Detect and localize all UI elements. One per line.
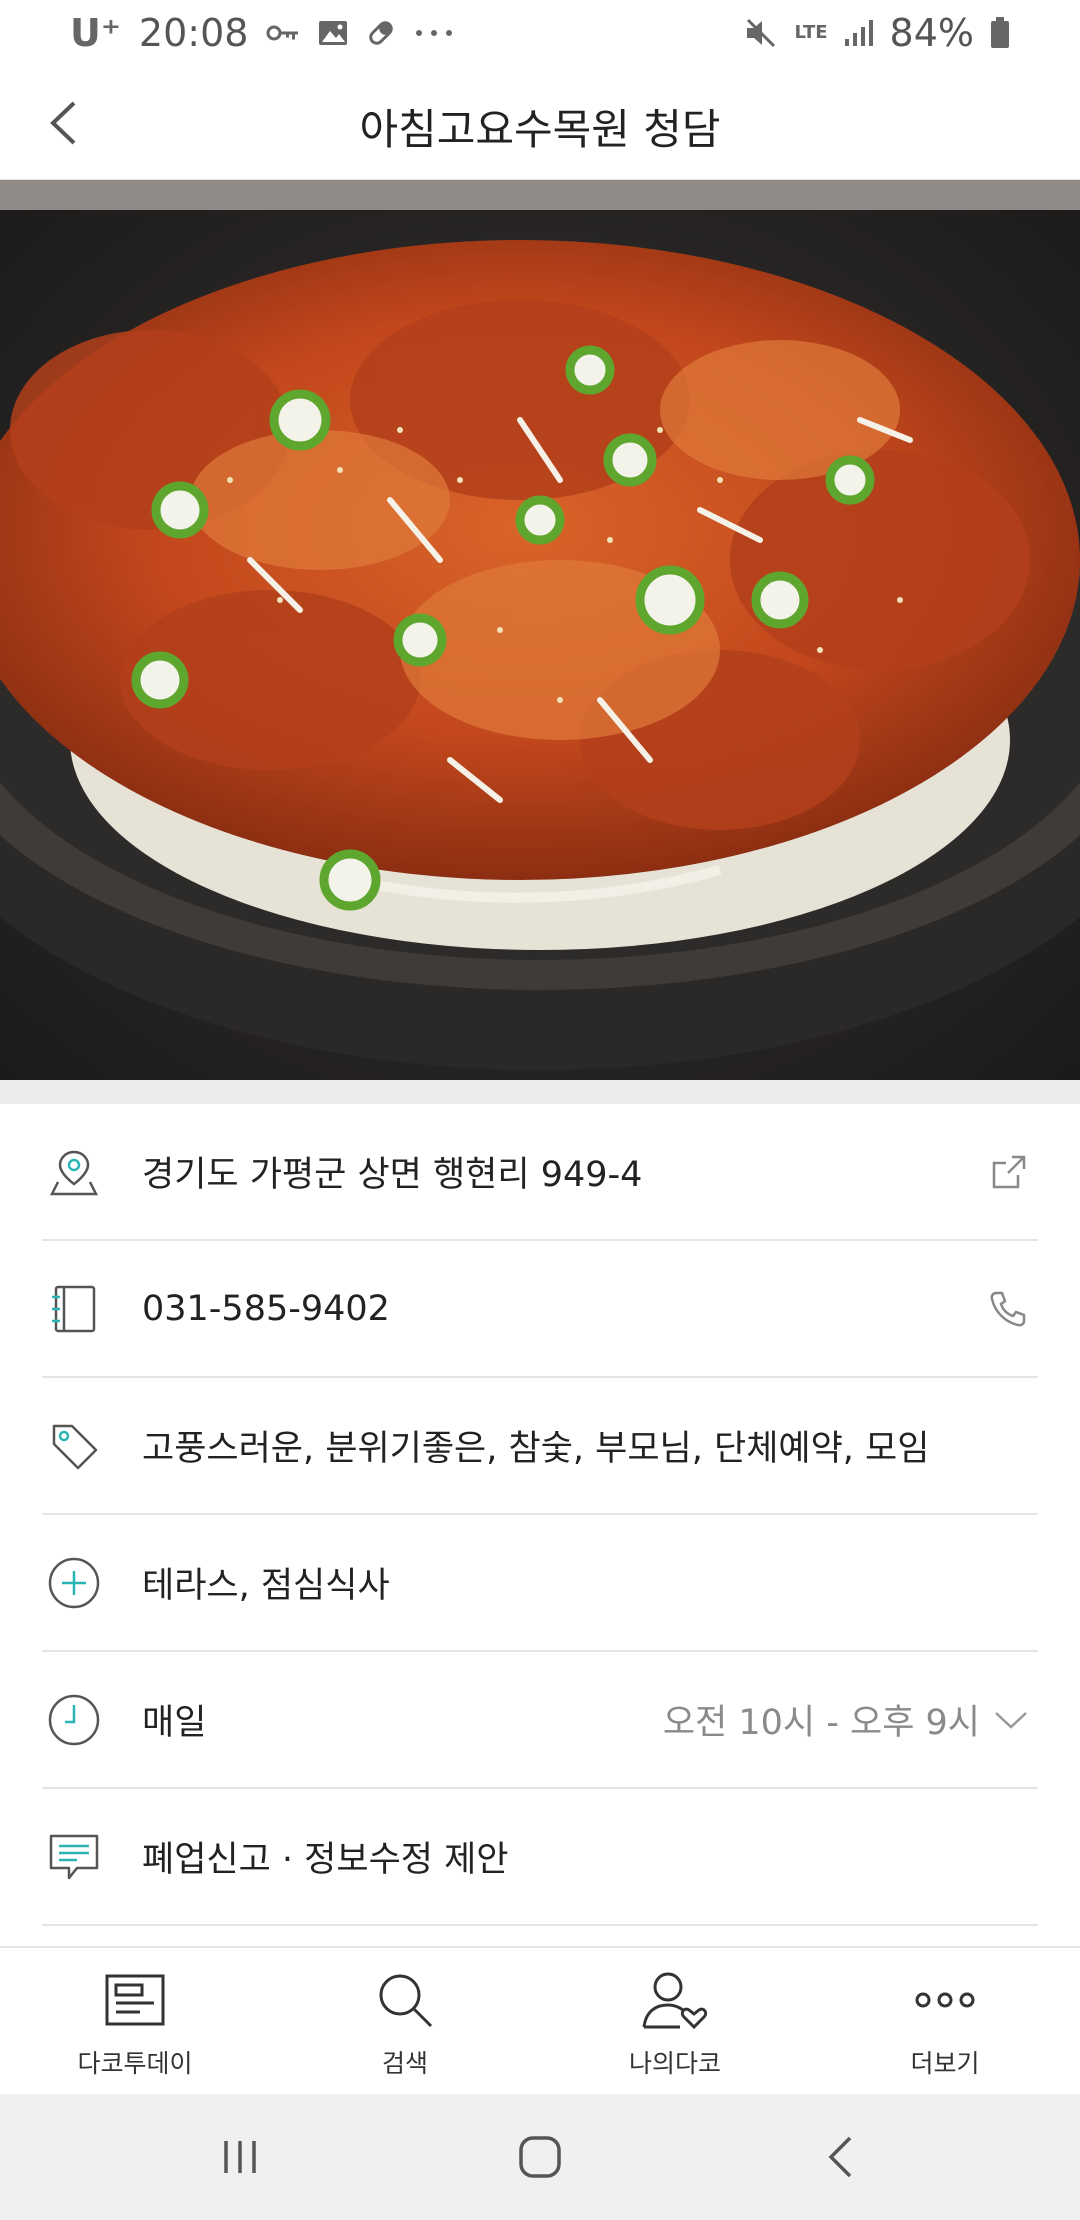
more-dots-icon <box>414 28 454 38</box>
back-arrow-icon <box>828 2136 852 2178</box>
external-link-icon <box>992 1155 1026 1188</box>
features-row: 테라스, 점심식사 <box>42 1515 1038 1652</box>
lte-label: LTE <box>794 22 828 43</box>
search-icon <box>370 1970 440 2030</box>
profile-heart-icon <box>640 1970 710 2030</box>
phone-row[interactable]: 031-585-9402 <box>42 1241 1038 1378</box>
pill-icon <box>366 18 396 48</box>
battery-percent: 84% <box>889 11 974 55</box>
nav-my-dako[interactable]: 나의다코 <box>540 1948 810 2094</box>
status-time: 20:08 <box>138 11 249 55</box>
features-text: 테라스, 점심식사 <box>142 1566 390 1606</box>
status-left: U⁺ 20:08 <box>70 11 454 55</box>
signal-icon <box>844 19 874 47</box>
hours-expand[interactable]: 오전 10시 - 오후 9시 <box>663 1694 1028 1745</box>
app-bar: 아침고요수목원 청담 <box>0 66 1080 180</box>
page-title: 아침고요수목원 청담 <box>359 105 721 154</box>
key-icon <box>266 23 300 43</box>
message-icon <box>46 1829 102 1885</box>
hours-row[interactable]: 매일 오전 10시 - 오후 9시 <box>42 1652 1038 1789</box>
tags-text: 고풍스러운, 분위기좋은, 참숯, 부모님, 단체예약, 모임 <box>142 1429 930 1469</box>
carrier-label: U⁺ <box>70 11 121 55</box>
nav-dako-today[interactable]: 다코투데이 <box>0 1948 270 2094</box>
phone-icon <box>990 1291 1026 1326</box>
recent-apps-button[interactable] <box>180 2117 300 2197</box>
image-icon <box>318 19 348 47</box>
hours-time: 오전 10시 - 오후 9시 <box>662 1703 980 1743</box>
phone-text: 031-585-9402 <box>142 1288 390 1329</box>
clock-icon <box>46 1692 102 1748</box>
news-icon <box>100 1970 170 2030</box>
system-back-button[interactable] <box>780 2117 900 2197</box>
nav-more[interactable]: 더보기 <box>810 1948 1080 2094</box>
home-icon <box>519 2136 561 2178</box>
status-right: LTE 84% <box>744 11 1010 55</box>
nav-label: 검색 <box>381 2049 428 2078</box>
location-pin-icon <box>46 1144 102 1200</box>
nav-label: 다코투데이 <box>77 2049 193 2078</box>
more-icon <box>910 1970 980 2030</box>
food-photo-image <box>0 180 1080 1080</box>
chevron-down-icon <box>995 1711 1027 1729</box>
home-button[interactable] <box>480 2117 600 2197</box>
hours-day: 매일 <box>142 1703 207 1743</box>
section-divider <box>0 1080 1080 1104</box>
restaurant-photo[interactable] <box>0 180 1080 1080</box>
external-link-button[interactable] <box>990 1153 1028 1191</box>
info-list: 경기도 가평군 상면 행현리 949-4 031-585-9402 고풍스러운,… <box>0 1104 1080 1926</box>
nav-label: 더보기 <box>910 2049 980 2078</box>
nav-search[interactable]: 검색 <box>270 1948 540 2094</box>
system-nav-bar <box>0 2094 1080 2220</box>
call-button[interactable] <box>988 1289 1028 1329</box>
report-text: 폐업신고 · 정보수정 제안 <box>142 1840 509 1880</box>
phonebook-icon <box>46 1281 102 1337</box>
bottom-nav: 다코투데이 검색 나의다코 더보기 <box>0 1946 1080 2094</box>
battery-icon <box>990 17 1010 49</box>
nav-label: 나의다코 <box>628 2049 721 2078</box>
report-row[interactable]: 폐업신고 · 정보수정 제안 <box>42 1789 1038 1926</box>
address-text: 경기도 가평군 상면 행현리 949-4 <box>142 1155 643 1195</box>
tag-icon <box>46 1418 102 1474</box>
mute-icon <box>744 17 778 49</box>
tags-row: 고풍스러운, 분위기좋은, 참숯, 부모님, 단체예약, 모임 <box>42 1378 1038 1515</box>
lte-indicator: LTE <box>794 24 827 42</box>
status-bar: U⁺ 20:08 LTE 84% <box>0 0 1080 66</box>
recent-apps-icon <box>224 2141 256 2173</box>
address-row[interactable]: 경기도 가평군 상면 행현리 949-4 <box>42 1104 1038 1241</box>
plus-circle-icon <box>46 1555 102 1611</box>
